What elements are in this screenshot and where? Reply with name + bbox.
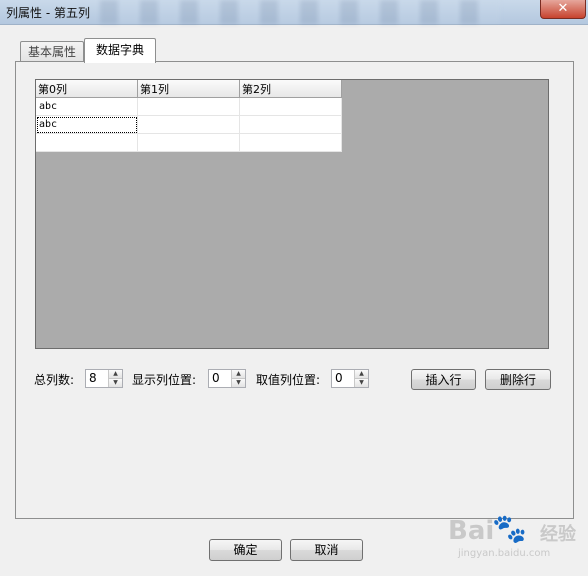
stepper-up-icon[interactable]: ▲ <box>355 370 368 379</box>
stepper-arrows: ▲ ▼ <box>108 370 122 387</box>
column-header[interactable]: 第1列 <box>137 80 240 98</box>
tab-basic-properties[interactable]: 基本属性 <box>20 41 84 62</box>
display-column-label: 显示列位置: <box>132 373 197 387</box>
close-button[interactable]: ✕ <box>540 0 586 19</box>
window-title: 列属性 - 第五列 <box>6 6 90 20</box>
total-columns-label: 总列数: <box>34 373 75 387</box>
display-column-stepper[interactable]: 0 ▲ ▼ <box>208 369 246 388</box>
grid-cell[interactable] <box>239 97 342 116</box>
tab-data-dictionary[interactable]: 数据字典 <box>84 38 156 63</box>
watermark-text: Bai <box>448 516 495 546</box>
value-column-stepper[interactable]: 0 ▲ ▼ <box>331 369 369 388</box>
total-columns-stepper[interactable]: 8 ▲ ▼ <box>85 369 123 388</box>
table-row <box>36 133 342 152</box>
grid-cell[interactable] <box>137 115 240 134</box>
column-header[interactable]: 第2列 <box>239 80 342 98</box>
grid-cell[interactable] <box>137 97 240 116</box>
grid-cell[interactable]: abc <box>36 97 138 116</box>
stepper-up-icon[interactable]: ▲ <box>232 370 245 379</box>
grid-cell[interactable] <box>36 133 138 152</box>
stepper-up-icon[interactable]: ▲ <box>109 370 122 379</box>
delete-row-button[interactable]: 删除行 <box>485 369 551 390</box>
value-column-label: 取值列位置: <box>256 373 321 387</box>
title-bar: 列属性 - 第五列 ✕ <box>0 0 588 25</box>
table-row: abc <box>36 97 342 116</box>
grid-header-row: 第0列 第1列 第2列 <box>36 80 342 98</box>
watermark-suffix: 经验 <box>540 524 576 545</box>
grid-cell[interactable] <box>239 133 342 152</box>
column-header[interactable]: 第0列 <box>36 80 138 98</box>
cancel-button[interactable]: 取消 <box>290 539 363 561</box>
grid-cell-selected[interactable]: abc <box>36 115 138 134</box>
stepper-down-icon[interactable]: ▼ <box>355 379 368 387</box>
grid-table: 第0列 第1列 第2列 abc abc <box>36 80 342 152</box>
stepper-arrows: ▲ ▼ <box>354 370 368 387</box>
value-column-value[interactable]: 0 <box>335 371 343 385</box>
stepper-down-icon[interactable]: ▼ <box>109 379 122 387</box>
blurred-background <box>100 0 500 24</box>
stepper-down-icon[interactable]: ▼ <box>232 379 245 387</box>
grid-cell[interactable] <box>137 133 240 152</box>
paw-icon: 🐾 <box>492 512 527 545</box>
watermark-url: jingyan.baidu.com <box>458 548 551 559</box>
total-columns-value[interactable]: 8 <box>89 371 97 385</box>
data-grid[interactable]: 第0列 第1列 第2列 abc abc <box>35 79 549 349</box>
watermark: Bai 🐾 经验 jingyan.baidu.com <box>448 510 588 570</box>
stepper-arrows: ▲ ▼ <box>231 370 245 387</box>
grid-cell[interactable] <box>239 115 342 134</box>
display-column-value[interactable]: 0 <box>212 371 220 385</box>
table-row: abc <box>36 115 342 134</box>
ok-button[interactable]: 确定 <box>209 539 282 561</box>
insert-row-button[interactable]: 插入行 <box>411 369 476 390</box>
